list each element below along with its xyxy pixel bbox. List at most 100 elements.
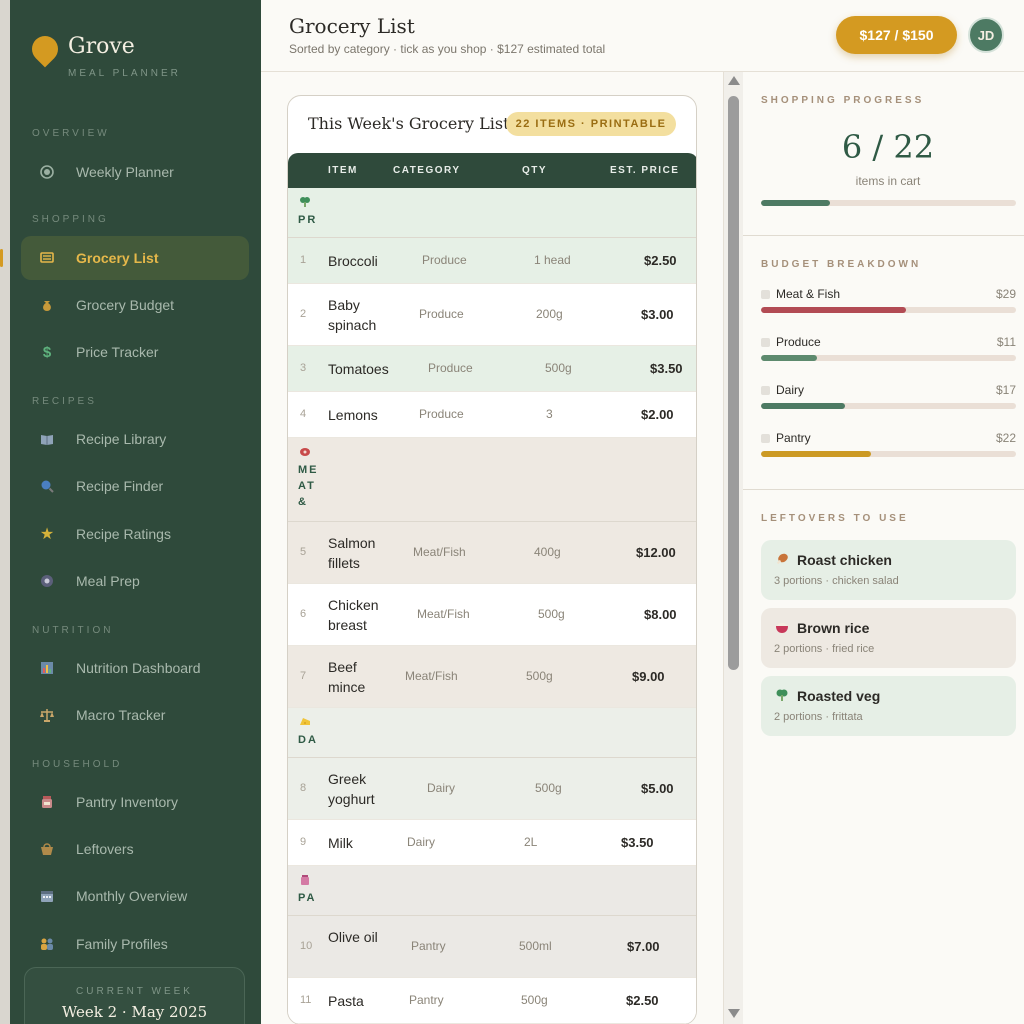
column-header-item[interactable]: ITEM — [328, 165, 358, 176]
scale-icon — [38, 706, 56, 724]
nav-section-overview: OVERVIEW — [32, 128, 110, 139]
item-price: $8.00 — [644, 607, 677, 622]
sidebar-item-label: Monthly Overview — [76, 888, 188, 904]
sidebar-item-monthly-overview[interactable]: Monthly Overview — [21, 874, 249, 918]
sidebar-item-label: Pantry Inventory — [76, 794, 178, 810]
sidebar-item-nutrition-dashboard[interactable]: Nutrition Dashboard — [21, 646, 249, 690]
budget-bar — [761, 403, 1016, 409]
row-number: 10 — [300, 940, 313, 952]
budget-bar-fill — [761, 307, 907, 313]
leftover-card[interactable]: Roasted veg 2 portions · frittata — [761, 676, 1016, 736]
jar-icon — [299, 874, 311, 889]
page-title: Grocery List — [289, 14, 415, 38]
brand-subtitle: MEAL PLANNER — [68, 68, 181, 79]
table-row[interactable]: 6 Chicken breast Meat/Fish 500g $8.00 — [288, 584, 696, 646]
leftover-name: Roast chicken — [797, 552, 892, 568]
sidebar-item-price-tracker[interactable]: $ Price Tracker — [21, 330, 249, 374]
scroll-down-icon[interactable] — [728, 1009, 740, 1018]
sidebar-item-grocery-list[interactable]: Grocery List — [21, 236, 249, 280]
row-number: 11 — [300, 994, 312, 1006]
sidebar-item-recipe-finder[interactable]: Recipe Finder — [21, 464, 249, 508]
item-category: Pantry — [409, 993, 444, 1007]
sidebar-item-label: Recipe Ratings — [76, 526, 171, 542]
item-name: Broccoli — [328, 253, 378, 269]
leftover-card[interactable]: Brown rice 2 portions · fried rice — [761, 608, 1016, 668]
nav-section-nutrition: NUTRITION — [32, 625, 114, 636]
item-price: $3.00 — [641, 307, 674, 322]
sidebar-item-leftovers[interactable]: Leftovers — [21, 827, 249, 871]
group-name: PRODUCE — [298, 214, 318, 226]
star-icon: ★ — [39, 526, 55, 543]
item-qty: 500g — [545, 361, 572, 375]
current-week-card[interactable]: CURRENT WEEK Week 2 · May 2025 — [24, 967, 245, 1024]
table-row[interactable]: 7 Beef mince Meat/Fish 500g $9.00 — [288, 646, 696, 708]
budget-amount: $17 — [995, 383, 1016, 397]
sidebar-item-weekly-planner[interactable]: Weekly Planner — [21, 150, 249, 194]
timer-icon — [38, 572, 56, 590]
table-row[interactable]: 9 Milk Dairy 2L $3.50 — [288, 820, 696, 866]
item-qty: 500g — [538, 607, 565, 621]
item-name: Greek yoghurt — [328, 771, 375, 807]
group-header-meat-fish[interactable]: MEAT & FISH — [288, 438, 696, 522]
item-category: Meat/Fish — [417, 607, 470, 621]
row-number: 2 — [300, 308, 307, 320]
sidebar-item-label: Grocery List — [76, 250, 159, 266]
page-header: Grocery List Sorted by category · tick a… — [261, 0, 1024, 72]
sidebar-item-label: Leftovers — [76, 841, 134, 857]
group-name: MEAT & FISH — [298, 464, 319, 508]
scrollbar-thumb[interactable] — [728, 96, 739, 670]
column-header-qty[interactable]: QTY — [522, 165, 547, 176]
table-row[interactable]: 5 Salmon fillets Meat/Fish 400g $12.00 — [288, 522, 696, 584]
leftover-card[interactable]: Roast chicken 3 portions · chicken salad — [761, 540, 1016, 600]
sidebar-item-recipe-ratings[interactable]: ★ Recipe Ratings — [21, 512, 249, 556]
sidebar-item-family-profiles[interactable]: Family Profiles — [21, 922, 249, 966]
chart-icon — [38, 659, 56, 677]
avatar[interactable]: JD — [968, 17, 1004, 53]
current-week-value: Week 2 · May 2025 — [61, 1003, 208, 1021]
main-content: This Week's Grocery List 22 ITEMS · PRIN… — [261, 72, 723, 1024]
sidebar-item-grocery-budget[interactable]: Grocery Budget — [21, 283, 249, 327]
table-row[interactable]: 1 Broccoli Produce 1 head $2.50 — [288, 238, 696, 284]
card-title: This Week's Grocery List — [308, 114, 510, 133]
item-qty: 500ml — [519, 939, 552, 953]
sidebar-item-recipe-library[interactable]: Recipe Library — [21, 417, 249, 461]
printable-badge[interactable]: 22 ITEMS · PRINTABLE — [506, 112, 676, 136]
item-qty: 500g — [521, 993, 548, 1007]
progress-bar — [761, 200, 1016, 206]
group-header-pantry[interactable]: PANTRY — [288, 866, 696, 916]
list-scrollbar[interactable] — [723, 72, 743, 1024]
sidebar-item-meal-prep[interactable]: Meal Prep — [21, 559, 249, 603]
category-dot — [761, 434, 770, 443]
item-price: $7.00 — [627, 939, 660, 954]
row-number: 6 — [300, 608, 307, 620]
item-price: $2.00 — [641, 407, 674, 422]
sidebar-item-label: Family Profiles — [76, 936, 168, 952]
budget-bar — [761, 355, 1016, 361]
progress-count: 6 / 22 — [841, 128, 935, 166]
sidebar-item-macro-tracker[interactable]: Macro Tracker — [21, 693, 249, 737]
broccoli-icon — [299, 196, 311, 211]
budget-pill[interactable]: $127 / $150 — [836, 16, 957, 54]
plate-icon — [38, 163, 56, 181]
column-header-price[interactable]: EST. PRICE — [610, 165, 679, 176]
item-price: $3.50 — [650, 361, 683, 376]
item-price: $2.50 — [626, 993, 659, 1008]
group-header-produce[interactable]: PRODUCE — [288, 188, 696, 238]
scroll-up-icon[interactable] — [728, 76, 740, 85]
basket-icon — [38, 840, 56, 858]
table-row[interactable]: 11 Pasta Pantry 500g $2.50 — [288, 978, 696, 1024]
table-row[interactable]: 3 Tomatoes Produce 500g $3.50 — [288, 346, 696, 392]
nav-section-recipes: RECIPES — [32, 396, 97, 407]
column-header-category[interactable]: CATEGORY — [393, 165, 461, 176]
sidebar-item-pantry-inventory[interactable]: Pantry Inventory — [21, 780, 249, 824]
group-header-dairy[interactable]: DAIRY — [288, 708, 696, 758]
budget-bar-fill — [761, 451, 871, 457]
table-row[interactable]: 8 Greek yoghurt Dairy 500g $5.00 — [288, 758, 696, 820]
table-row[interactable]: 2 Baby spinach Produce 200g $3.00 — [288, 284, 696, 346]
table-row[interactable]: 4 Lemons Produce 3 $2.00 — [288, 392, 696, 438]
budget-label: Produce — [776, 335, 821, 349]
leftovers-title: LEFTOVERS TO USE — [761, 513, 909, 524]
item-category: Dairy — [427, 781, 456, 795]
table-row[interactable]: 10 Olive oil Pantry 500ml $7.00 — [288, 916, 696, 978]
item-qty: 1 head — [534, 253, 571, 267]
